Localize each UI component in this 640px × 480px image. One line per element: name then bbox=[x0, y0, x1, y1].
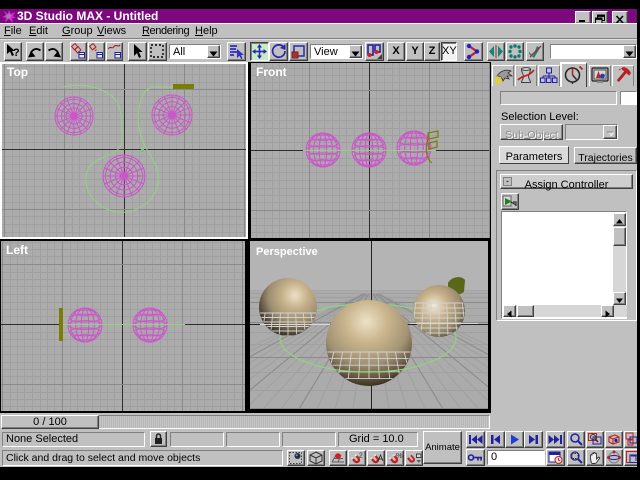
svg-text:%: % bbox=[396, 451, 403, 460]
svg-text:Front: Front bbox=[256, 65, 287, 79]
svg-text:2: 2 bbox=[359, 453, 363, 460]
svg-text:Top: Top bbox=[7, 65, 28, 79]
svg-text:Perspective: Perspective bbox=[256, 246, 318, 258]
svg-text:?: ? bbox=[13, 47, 20, 59]
svg-text:Left: Left bbox=[6, 243, 28, 257]
